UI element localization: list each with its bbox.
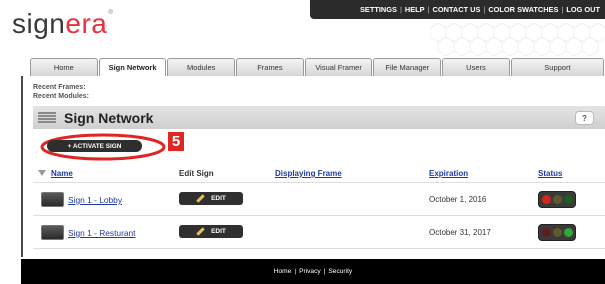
top-link-separator: |	[399, 5, 402, 14]
footer-separator: |	[323, 268, 326, 275]
logo-prefix: sign	[12, 8, 66, 39]
log-out-link[interactable]: LOG OUT	[566, 5, 600, 14]
column-header-status[interactable]: Status	[538, 169, 562, 178]
top-utility-bar: SETTINGS | HELP | CONTACT US | COLOR SWA…	[310, 0, 605, 19]
edit-button-label: EDIT	[211, 228, 226, 235]
status-lamp-amber	[552, 228, 562, 237]
status-traffic-light-icon	[538, 224, 576, 241]
status-traffic-light-icon	[538, 191, 576, 208]
table-row: Sign 1 - Resturant EDIT October 31, 2017	[33, 216, 605, 249]
settings-link[interactable]: SETTINGS	[360, 5, 397, 14]
edit-button-label: EDIT	[211, 195, 226, 202]
tab-frames[interactable]: Frames	[236, 58, 304, 76]
expiration-date: October 1, 2016	[429, 195, 487, 204]
hamburger-menu-icon[interactable]	[38, 111, 56, 124]
sign-name-link[interactable]: Sign 1 - Resturant	[68, 228, 136, 238]
expiration-date: October 31, 2017	[429, 228, 491, 237]
tab-users[interactable]: Users	[442, 58, 510, 76]
table-header-row: Name Edit Sign Displaying Frame Expirati…	[33, 165, 605, 183]
main-tabs: Home Sign Network Modules Frames Visual …	[30, 58, 605, 76]
color-swatches-link[interactable]: COLOR SWATCHES	[488, 5, 558, 14]
header: signera® SETTINGS | HELP | CONTACT US | …	[0, 0, 605, 56]
edit-sign-button[interactable]: EDIT	[179, 225, 243, 238]
tab-support[interactable]: Support	[510, 58, 604, 76]
footer-separator: |	[294, 268, 297, 275]
sign-table: Name Edit Sign Displaying Frame Expirati…	[33, 165, 605, 249]
tab-modules[interactable]: Modules	[167, 58, 236, 76]
footer-home-link[interactable]: Home	[274, 268, 292, 275]
recent-items: Recent Frames: Recent Modules:	[33, 83, 89, 101]
column-header-expiration[interactable]: Expiration	[429, 169, 468, 178]
sort-triangle-icon[interactable]	[38, 170, 46, 176]
status-lamp-green	[563, 228, 573, 237]
footer-privacy-link[interactable]: Privacy	[299, 268, 321, 275]
logo-accent: era	[65, 8, 108, 39]
logo-trademark: ®	[108, 10, 114, 16]
tab-visual-framer[interactable]: Visual Framer	[304, 58, 373, 76]
recent-frames-label: Recent Frames:	[33, 84, 86, 91]
edit-sign-button[interactable]: EDIT	[179, 192, 243, 205]
main-content: Recent Frames: Recent Modules: Sign Netw…	[21, 76, 605, 257]
top-link-separator: |	[483, 5, 486, 14]
contact-us-link[interactable]: CONTACT US	[433, 5, 481, 14]
footer-security-link[interactable]: Security	[328, 268, 352, 275]
tab-file-manager[interactable]: File Manager	[373, 58, 442, 76]
top-link-separator: |	[427, 5, 430, 14]
activate-sign-button[interactable]: + ACTIVATE SIGN	[47, 140, 142, 152]
hex-pattern-decoration	[430, 22, 605, 56]
column-header-edit-sign: Edit Sign	[179, 169, 214, 178]
pencil-icon	[196, 194, 205, 203]
footer: Home | Privacy | Security	[21, 259, 605, 284]
sign-name-link[interactable]: Sign 1 - Lobby	[68, 195, 122, 205]
signera-logo[interactable]: signera®	[12, 10, 113, 38]
column-header-displaying-frame[interactable]: Displaying Frame	[275, 169, 342, 178]
help-button[interactable]: ?	[575, 111, 594, 125]
tab-home[interactable]: Home	[30, 58, 98, 76]
page-title: Sign Network	[64, 109, 154, 126]
table-row: Sign 1 - Lobby EDIT October 1, 2016	[33, 183, 605, 216]
status-lamp-red	[541, 228, 551, 237]
recent-modules-label: Recent Modules:	[33, 93, 90, 100]
tab-sign-network[interactable]: Sign Network	[98, 58, 167, 76]
pencil-icon	[196, 227, 205, 236]
column-header-name[interactable]: Name	[51, 169, 73, 178]
page-title-bar: Sign Network ?	[33, 106, 605, 129]
status-lamp-green	[563, 195, 573, 204]
top-link-separator: |	[561, 5, 564, 14]
sign-thumbnail-icon	[41, 192, 64, 207]
status-lamp-amber	[552, 195, 562, 204]
status-lamp-red	[541, 195, 551, 204]
sign-thumbnail-icon	[41, 225, 64, 240]
step-number-badge: 5	[168, 132, 184, 151]
help-link[interactable]: HELP	[405, 5, 425, 14]
